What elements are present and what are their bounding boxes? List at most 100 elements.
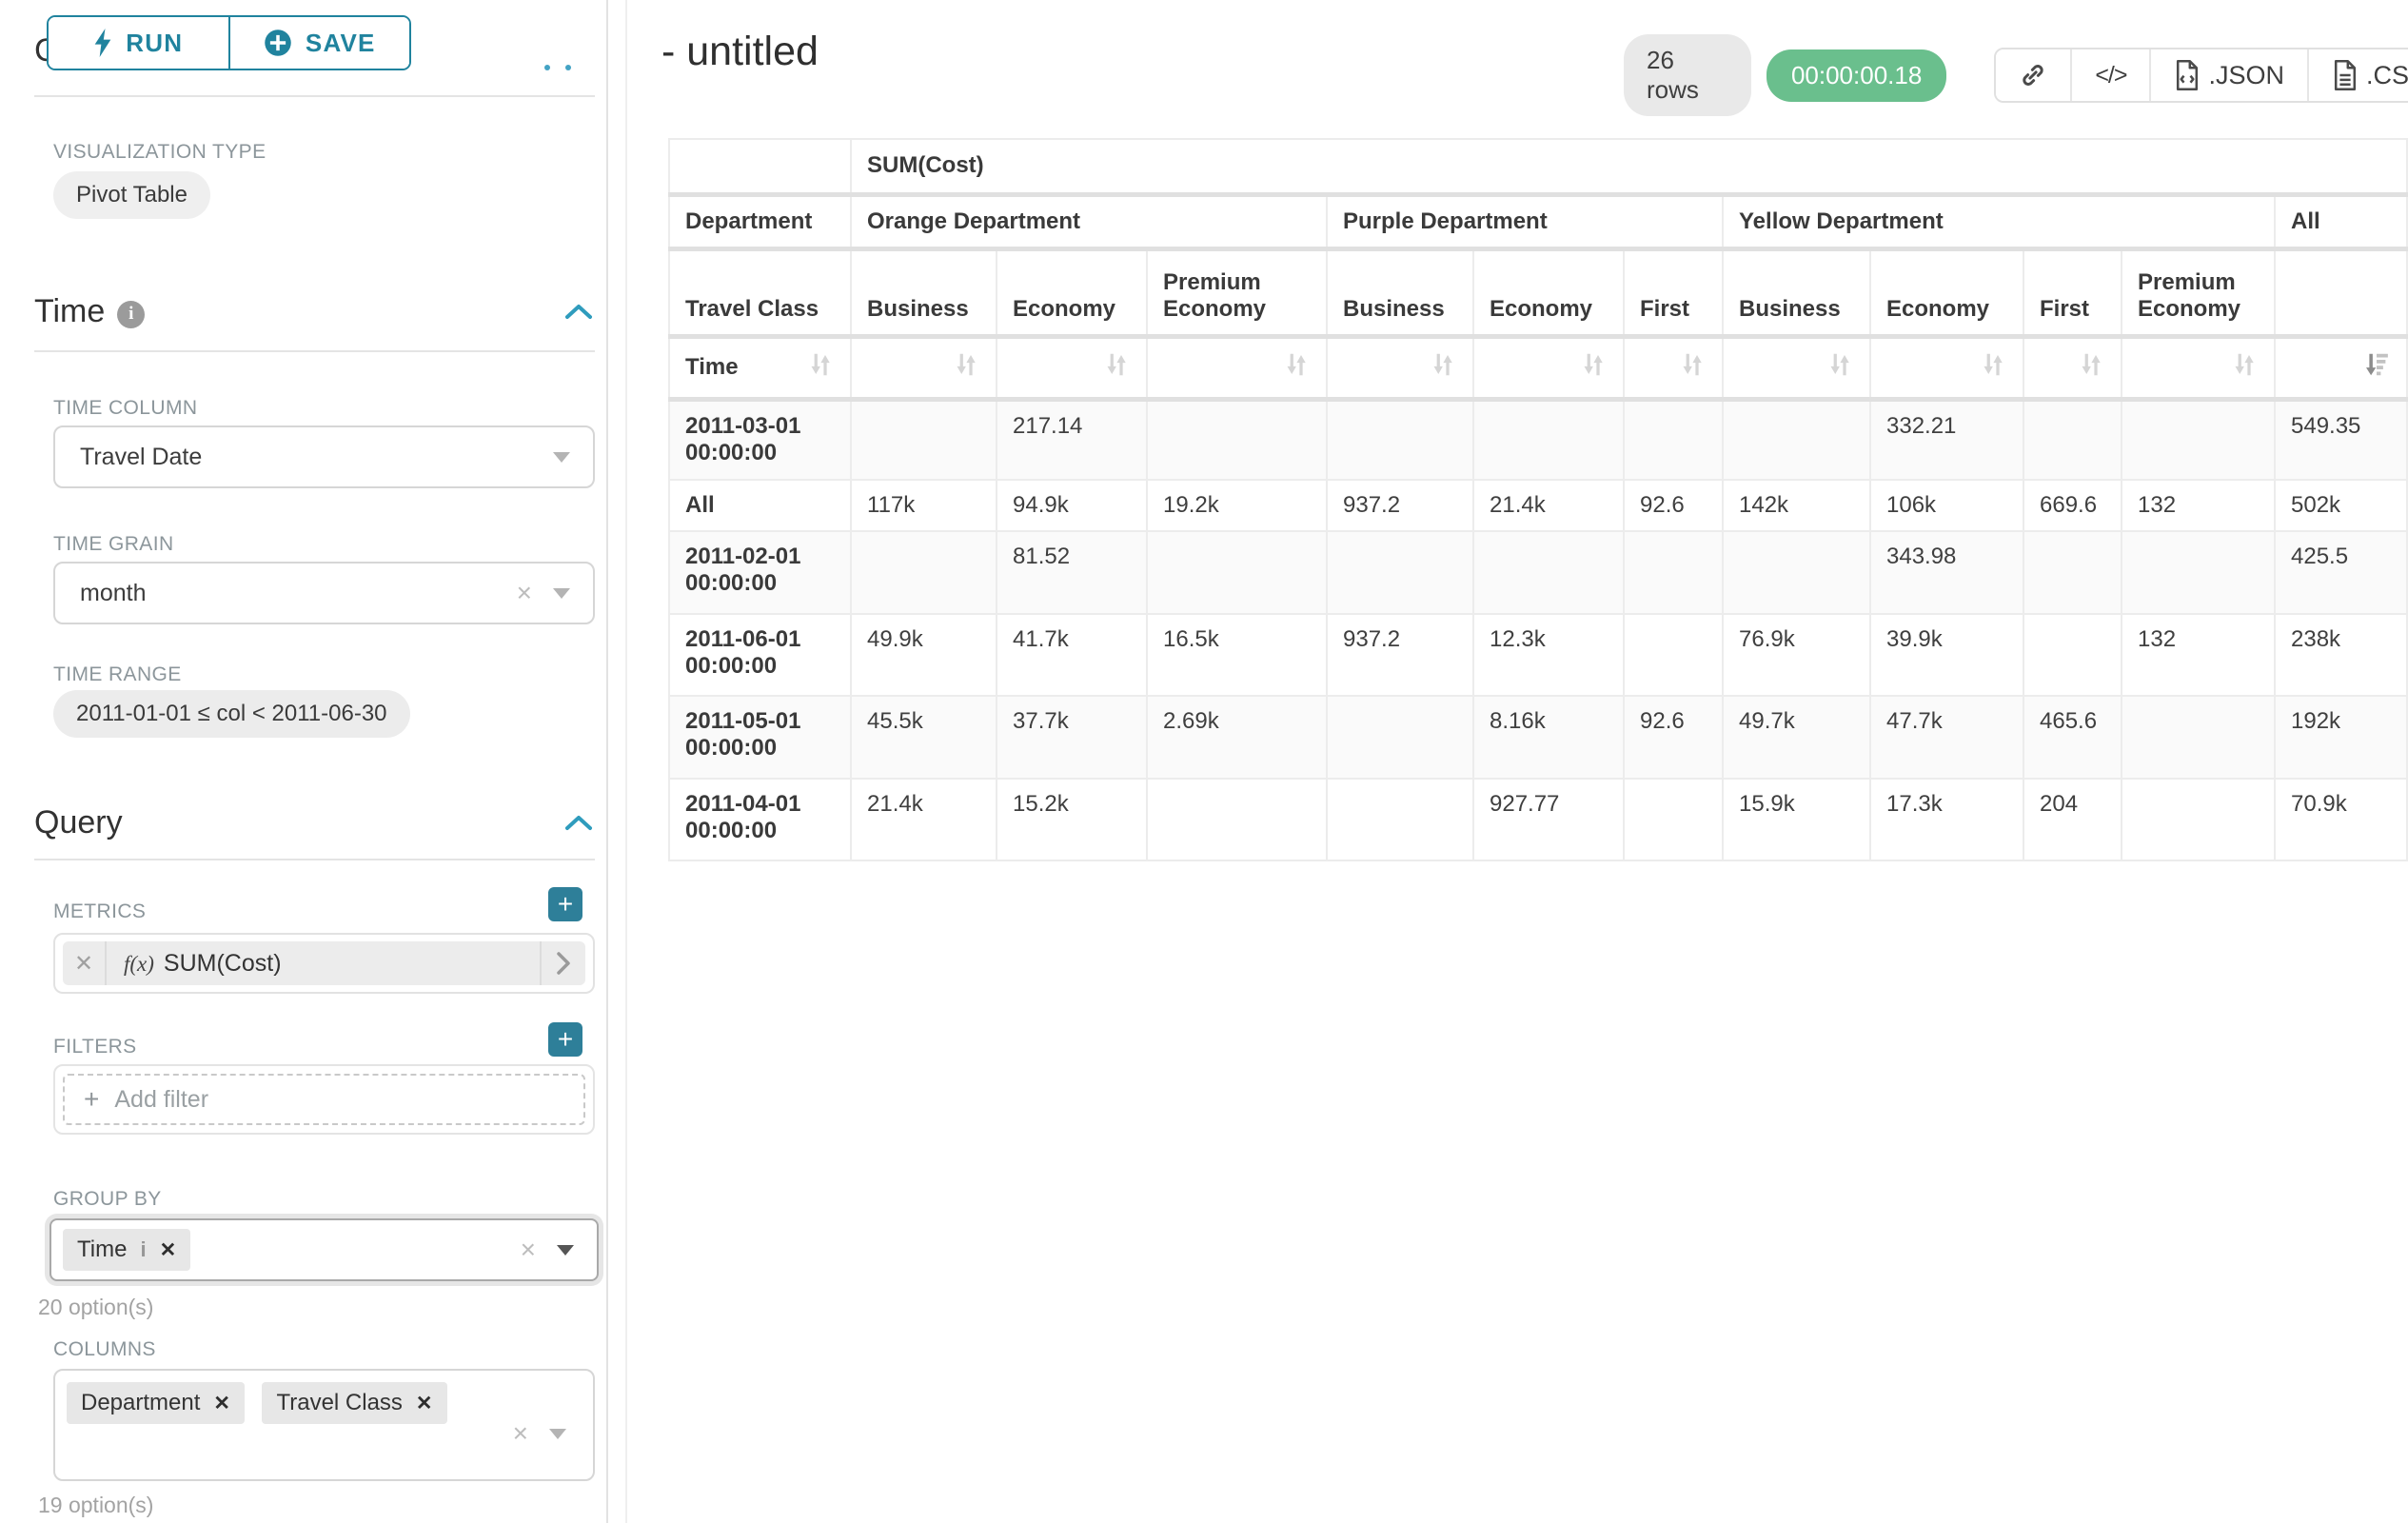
pivot-value-cell: 21.4k <box>1473 480 1624 531</box>
pivot-value-cell: 94.9k <box>997 480 1147 531</box>
columns-tag[interactable]: Travel Class ✕ <box>262 1382 446 1424</box>
clear-icon[interactable]: × <box>521 1236 536 1263</box>
pivot-value-cell <box>1624 779 1723 860</box>
pivot-value-cell <box>1473 531 1624 614</box>
pivot-value-cell: 465.6 <box>2023 696 2122 779</box>
caret-down-icon <box>549 1429 566 1439</box>
metrics-box: ✕ f(x)SUM(Cost) <box>53 933 595 994</box>
pivot-value-cell: 332.21 <box>1870 399 2023 480</box>
pivot-value-cell <box>2122 696 2275 779</box>
remove-tag-icon[interactable]: ✕ <box>160 1238 177 1262</box>
sort-icon[interactable] <box>1429 350 1457 386</box>
caret-down-icon <box>553 588 570 599</box>
group-by-tag[interactable]: Time i ✕ <box>63 1229 190 1271</box>
metric-name: SUM(Cost) <box>164 950 282 977</box>
clear-icon[interactable]: × <box>517 580 532 606</box>
run-save-button-row: RUN SAVE <box>47 15 411 70</box>
add-filter-button[interactable]: + Add filter <box>63 1074 585 1125</box>
pivot-value-cell <box>1147 779 1327 860</box>
pivot-value-cell <box>1473 399 1624 480</box>
table-row: All117k94.9k19.2k937.221.4k92.6142k106k6… <box>669 480 2407 531</box>
chevron-up-icon[interactable] <box>563 813 595 834</box>
sort-icon[interactable] <box>1979 350 2007 386</box>
time-range-pill[interactable]: 2011-01-01 ≤ col < 2011-06-30 <box>53 690 410 738</box>
pivot-value-cell: 37.7k <box>997 696 1147 779</box>
add-filter-plus-button[interactable]: + <box>548 1022 582 1057</box>
remove-tag-icon[interactable]: ✕ <box>213 1392 230 1415</box>
pivot-col-group-header: Purple Department <box>1327 194 1723 248</box>
group-by-select[interactable]: Time i ✕ × <box>49 1218 599 1281</box>
sort-icon[interactable] <box>2230 350 2259 386</box>
pivot-value-cell: 425.5 <box>2275 531 2407 614</box>
pivot-value-cell <box>1327 399 1473 480</box>
chevron-right-icon[interactable] <box>540 941 585 985</box>
remove-tag-icon[interactable]: ✕ <box>416 1392 433 1415</box>
copy-link-button[interactable] <box>1996 49 2070 101</box>
viz-type-pill[interactable]: Pivot Table <box>53 171 210 219</box>
pivot-value-cell: 343.98 <box>1870 531 2023 614</box>
divider <box>34 859 595 860</box>
group-by-label: GROUP BY <box>53 1188 162 1211</box>
sort-icon[interactable] <box>1282 350 1311 386</box>
sort-desc-icon[interactable] <box>2362 350 2391 386</box>
time-column-value: Travel Date <box>55 444 553 471</box>
embed-code-button[interactable]: </> <box>2070 49 2149 101</box>
time-grain-select[interactable]: month × <box>53 562 595 624</box>
sort-icon[interactable] <box>2077 350 2105 386</box>
query-section-heading: Query <box>34 804 123 841</box>
pivot-sort-cell <box>1327 336 1473 399</box>
sort-icon[interactable] <box>1579 350 1608 386</box>
export-button-group: </> .JSON .CSV <box>1994 48 2408 103</box>
pivot-sort-cell: Time <box>669 336 851 399</box>
panel-splitter[interactable] <box>606 0 627 1523</box>
sort-icon[interactable] <box>1102 350 1131 386</box>
plus-icon: + <box>84 1084 99 1115</box>
pivot-sort-cell <box>1147 336 1327 399</box>
pivot-value-cell: 41.7k <box>997 614 1147 696</box>
pivot-value-cell <box>2023 531 2122 614</box>
info-icon[interactable]: i <box>140 1237 146 1262</box>
remove-metric-icon[interactable]: ✕ <box>63 941 107 985</box>
pivot-value-cell: 45.5k <box>851 696 997 779</box>
pivot-travel-class-corner: Travel Class <box>669 248 851 336</box>
clear-icon[interactable]: × <box>513 1420 528 1447</box>
pivot-value-cell: 937.2 <box>1327 480 1473 531</box>
sort-icon[interactable] <box>1678 350 1707 386</box>
time-column-select[interactable]: Travel Date <box>53 425 595 488</box>
columns-select[interactable]: Department ✕ Travel Class ✕ × <box>53 1369 595 1481</box>
pivot-col-header: Premium Economy <box>2122 248 2275 336</box>
columns-tag[interactable]: Department ✕ <box>67 1382 245 1424</box>
pivot-value-cell <box>1327 696 1473 779</box>
add-metric-button[interactable]: + <box>548 887 582 921</box>
sort-icon[interactable] <box>1826 350 1854 386</box>
pivot-value-cell <box>1624 399 1723 480</box>
pivot-sort-cell <box>1624 336 1723 399</box>
panel-drag-handle[interactable] <box>544 65 571 70</box>
chart-title[interactable]: - untitled <box>661 29 819 75</box>
plus-circle-icon <box>264 29 292 57</box>
pivot-value-cell <box>1723 531 1870 614</box>
metric-pill[interactable]: ✕ f(x)SUM(Cost) <box>63 941 585 985</box>
sort-icon[interactable] <box>952 350 980 386</box>
pivot-value-cell: 142k <box>1723 480 1870 531</box>
export-csv-button[interactable]: .CSV <box>2307 49 2408 101</box>
pivot-col-header: Business <box>851 248 997 336</box>
save-button[interactable]: SAVE <box>228 17 410 69</box>
code-icon: </> <box>2095 62 2126 89</box>
table-row: 2011-02-01 00:00:0081.52343.98425.5 <box>669 531 2407 614</box>
metric-label: f(x)SUM(Cost) <box>107 950 540 978</box>
control-panel: Chart Type RUN SAVE VISUALIZATION TYPE P… <box>0 0 606 1523</box>
pivot-value-cell <box>1327 531 1473 614</box>
info-icon[interactable]: i <box>117 301 145 328</box>
pivot-value-cell <box>851 531 997 614</box>
run-button[interactable]: RUN <box>49 17 228 69</box>
pivot-value-cell: 927.77 <box>1473 779 1624 860</box>
pivot-value-cell: 39.9k <box>1870 614 2023 696</box>
export-json-button[interactable]: .JSON <box>2149 49 2307 101</box>
pivot-value-cell <box>1327 779 1473 860</box>
pivot-value-cell: 217.14 <box>997 399 1147 480</box>
pivot-value-cell <box>1624 614 1723 696</box>
chevron-up-icon[interactable] <box>563 302 595 323</box>
pivot-value-cell: 17.3k <box>1870 779 2023 860</box>
sort-icon[interactable] <box>806 350 835 386</box>
